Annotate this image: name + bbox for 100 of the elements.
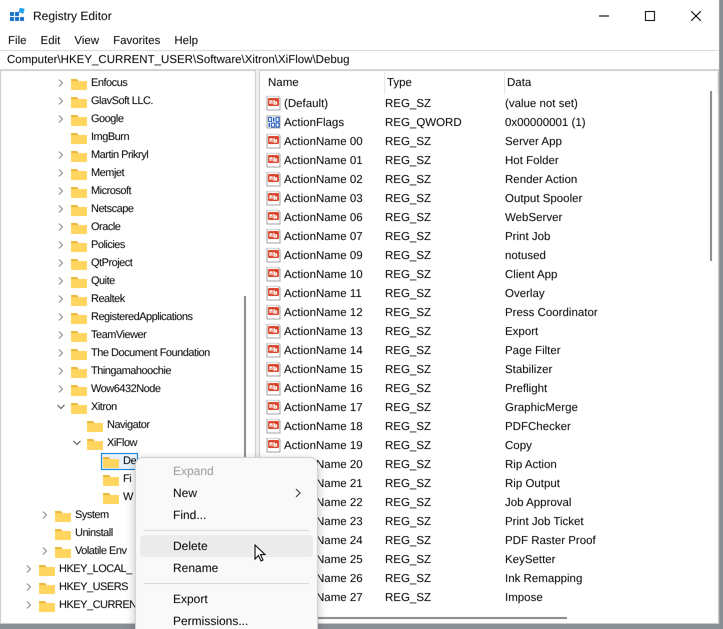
chevron-right-icon[interactable] <box>57 295 65 303</box>
folder-icon <box>71 112 87 126</box>
tree-item[interactable]: Volatile Env <box>53 542 128 560</box>
tree-item[interactable]: TeamViewer <box>69 326 148 344</box>
tree-item[interactable]: Wow6432Node <box>69 380 163 398</box>
tree-item[interactable]: Navigator <box>85 416 152 434</box>
value-data: Page Filter <box>505 344 562 356</box>
column-header[interactable]: Name <box>266 72 385 94</box>
tree-item[interactable]: Netscape <box>69 200 136 218</box>
chevron-right-icon[interactable] <box>57 115 65 123</box>
menu-item[interactable]: Help <box>167 35 206 47</box>
tree-item[interactable]: Martin Prikryl <box>69 146 150 164</box>
value-type: REG_SZ <box>385 326 432 338</box>
value-data: 0x00000001 (1) <box>505 116 587 128</box>
address-field[interactable]: Computer\HKEY_CURRENT_USER\Software\Xitron\XiFlow\Debug <box>0 51 719 70</box>
maximize-icon <box>645 11 655 21</box>
chevron-right-icon[interactable] <box>57 223 65 231</box>
folder-icon <box>39 580 55 594</box>
chevron-right-icon[interactable] <box>57 169 65 177</box>
tree-item[interactable]: Memjet <box>69 164 126 182</box>
chevron-right-icon[interactable] <box>57 331 65 339</box>
tree-item[interactable]: Enfocus <box>69 74 130 92</box>
tree-item[interactable]: HKEY_CURREN <box>37 596 139 614</box>
chevron-right-icon[interactable] <box>57 367 65 375</box>
tree-item[interactable]: W <box>101 488 135 506</box>
chevron-right-icon[interactable] <box>57 385 65 393</box>
tree-item[interactable]: Google <box>69 110 126 128</box>
tree-item[interactable]: Quite <box>69 272 117 290</box>
value-data: Output Spooler <box>505 192 584 204</box>
tree-item[interactable]: Uninstall <box>53 524 115 542</box>
value-type-icon <box>266 381 281 396</box>
context-menu-item[interactable]: New <box>140 482 313 504</box>
chevron-right-icon[interactable] <box>57 187 65 195</box>
value-type-icon <box>266 305 281 320</box>
tree-item[interactable]: HKEY_LOCAL_ <box>37 560 134 578</box>
column-header[interactable]: Type <box>385 72 505 94</box>
menu-item[interactable]: File <box>1 35 34 47</box>
tree-item[interactable]: RegisteredApplications <box>69 308 195 326</box>
menu-item[interactable]: View <box>67 35 106 47</box>
value-data: Hot Folder <box>505 154 560 166</box>
value-data: Press Coordinator <box>505 306 599 318</box>
value-name: ActionName 11 <box>284 288 362 300</box>
value-name: ActionName 13 <box>284 326 363 338</box>
value-name: (Default) <box>284 98 328 110</box>
tree-item[interactable]: GlavSoft LLC. <box>69 92 155 110</box>
menu-item[interactable]: Favorites <box>106 35 168 47</box>
tree-item[interactable]: ImgBurn <box>69 128 132 146</box>
context-menu-item[interactable]: Rename <box>140 557 313 579</box>
value-name: ActionName 09 <box>284 250 363 262</box>
tree-item[interactable]: QtProject <box>69 254 134 272</box>
folder-icon <box>39 598 55 612</box>
value-type-icon <box>266 419 281 434</box>
tree-item[interactable]: HKEY_USERS <box>37 578 130 596</box>
value-name: ActionName 03 <box>284 192 363 204</box>
chevron-right-icon[interactable] <box>57 151 65 159</box>
chevron-right-icon[interactable] <box>57 241 65 249</box>
value-name: ActionName 01 <box>284 154 363 166</box>
tree-item[interactable]: Realtek <box>69 290 127 308</box>
context-menu-item[interactable]: Find... <box>140 504 313 526</box>
folder-icon <box>103 490 119 504</box>
chevron-down-icon[interactable] <box>73 439 81 447</box>
tree-item[interactable]: Oracle <box>69 218 122 236</box>
value-type: REG_SZ <box>385 554 432 566</box>
tree-item[interactable]: XiFlow <box>85 434 140 452</box>
chevron-right-icon[interactable] <box>25 583 33 591</box>
value-data: WebServer <box>505 212 564 224</box>
chevron-right-icon <box>295 488 301 498</box>
value-type: REG_SZ <box>385 250 432 262</box>
chevron-right-icon[interactable] <box>25 601 33 609</box>
menu-item[interactable]: Edit <box>34 35 68 47</box>
value-data: Stabilizer <box>505 364 554 376</box>
chevron-right-icon[interactable] <box>57 313 65 321</box>
tree-item[interactable]: Policies <box>69 236 127 254</box>
chevron-right-icon[interactable] <box>57 79 65 87</box>
tree-item[interactable]: System <box>53 506 111 524</box>
tree-item[interactable]: De <box>101 452 138 470</box>
tree-item[interactable]: Fi <box>101 470 134 488</box>
chevron-right-icon[interactable] <box>57 205 65 213</box>
chevron-right-icon[interactable] <box>41 511 49 519</box>
chevron-right-icon[interactable] <box>57 349 65 357</box>
value-data: PDF Raster Proof <box>505 534 597 546</box>
tree-item[interactable]: Xitron <box>69 398 119 416</box>
value-data: KeySetter <box>505 554 556 566</box>
value-type: REG_SZ <box>385 402 432 414</box>
tree-item[interactable]: The Document Foundation <box>69 344 212 362</box>
chevron-right-icon[interactable] <box>57 259 65 267</box>
value-data: Ink Remapping <box>505 572 584 584</box>
tree-item[interactable]: Microsoft <box>69 182 134 200</box>
chevron-right-icon[interactable] <box>57 277 65 285</box>
chevron-right-icon[interactable] <box>57 97 65 105</box>
value-name: ActionName 00 <box>284 136 363 148</box>
value-type: REG_SZ <box>385 192 432 204</box>
value-type: REG_SZ <box>385 288 432 300</box>
chevron-down-icon[interactable] <box>57 403 65 411</box>
tree-item[interactable]: Thingamahoochie <box>69 362 173 380</box>
context-menu-item[interactable]: Export <box>140 588 313 610</box>
window-title: Registry Editor <box>33 9 112 23</box>
chevron-right-icon[interactable] <box>25 565 33 573</box>
context-menu-item[interactable]: Permissions... <box>140 610 313 629</box>
chevron-right-icon[interactable] <box>41 547 49 555</box>
